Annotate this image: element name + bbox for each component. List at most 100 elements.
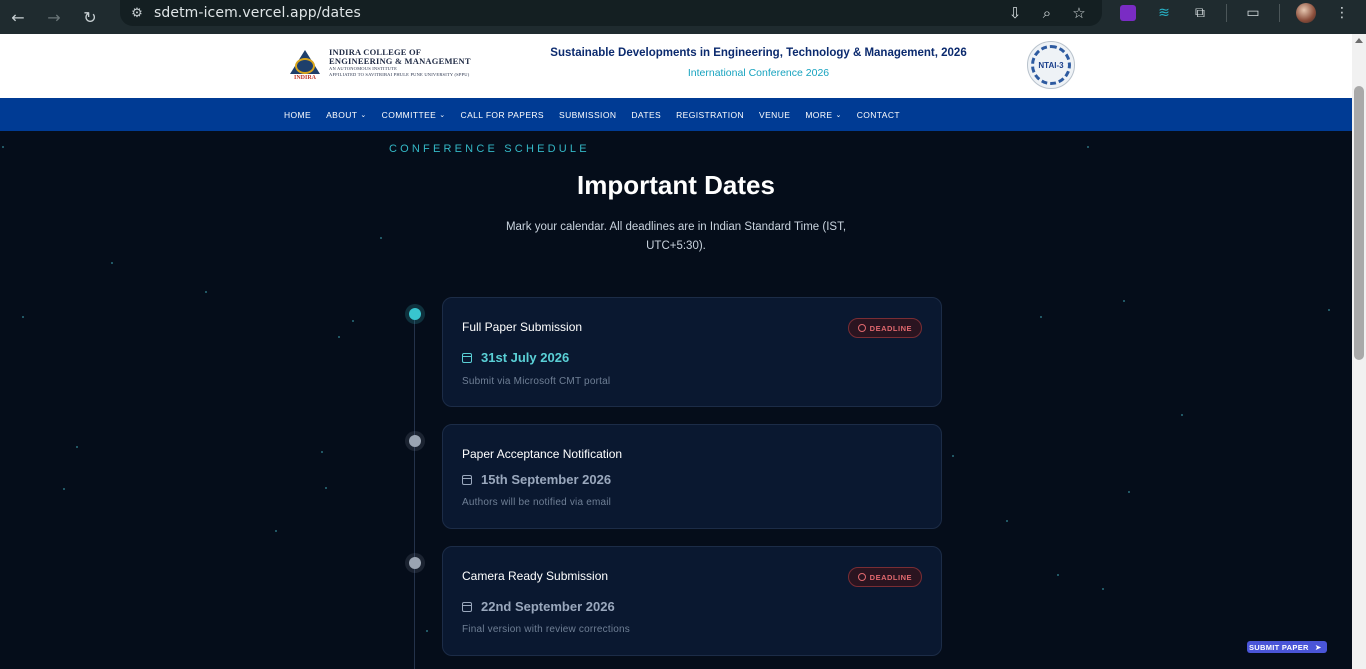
page-scrollbar[interactable] bbox=[1352, 34, 1366, 669]
nav-item-about[interactable]: ABOUT ⌄ bbox=[326, 110, 367, 120]
nav-item-label: COMMITTEE bbox=[381, 109, 437, 120]
timeline-line bbox=[414, 314, 415, 669]
browser-menu-icon[interactable]: ⋮ bbox=[1326, 0, 1358, 26]
nav-item-venue[interactable]: VENUE bbox=[759, 110, 790, 120]
site-header: INDIRA INDIRA COLLEGE OF ENGINEERING & M… bbox=[0, 34, 1352, 98]
emblem-caption: INDIRA bbox=[293, 75, 316, 81]
star-dot bbox=[1087, 146, 1089, 148]
nav-item-label: SUBMISSION bbox=[559, 109, 617, 120]
nav-item-registration[interactable]: REGISTRATION bbox=[676, 110, 744, 120]
nav-item-committee[interactable]: COMMITTEE ⌄ bbox=[382, 110, 446, 120]
nav-item-label: CONTACT bbox=[856, 109, 900, 120]
extension-wifi-icon[interactable]: ≋ bbox=[1148, 0, 1180, 26]
star-dot bbox=[352, 320, 354, 322]
timeline-card: Paper Acceptance Notification 15th Septe… bbox=[442, 424, 942, 529]
card-date-text: 15th September 2026 bbox=[481, 472, 612, 487]
reload-icon[interactable]: ↻ bbox=[72, 0, 108, 34]
submit-paper-button[interactable]: SUBMIT PAPER ➤ bbox=[1247, 641, 1327, 653]
send-icon: ➤ bbox=[1314, 642, 1322, 652]
card-note: Authors will be notified via email bbox=[462, 497, 612, 508]
star-dot bbox=[1006, 520, 1008, 522]
scroll-up-icon[interactable] bbox=[1355, 38, 1363, 43]
calendar-icon bbox=[462, 352, 472, 363]
ntai-logo-text: NTAI-3 bbox=[1038, 60, 1064, 70]
college-affiliation: AFFILIATED TO SAVITRIBAI PHULE PUNE UNIV… bbox=[329, 72, 470, 77]
browser-toolbar: ← → ↻ ⚙ sdetm-icem.vercel.app/dates ⇩ ⌕ … bbox=[0, 0, 1366, 34]
timeline-dot bbox=[409, 308, 421, 320]
star-dot bbox=[1102, 588, 1104, 590]
card-date-text: 22nd September 2026 bbox=[481, 599, 615, 614]
page-description: Mark your calendar. All deadlines are in… bbox=[505, 221, 847, 252]
nav-item-call-for-papers[interactable]: CALL FOR PAPERS bbox=[461, 110, 544, 120]
nav-item-label: REGISTRATION bbox=[676, 109, 745, 120]
conference-subtitle: International Conference 2026 bbox=[687, 67, 830, 79]
star-dot bbox=[1328, 309, 1330, 311]
zoom-icon[interactable]: ⌕ bbox=[1034, 4, 1060, 22]
nav-item-more[interactable]: MORE ⌄ bbox=[805, 110, 841, 120]
star-dot bbox=[325, 487, 327, 489]
card-date: 22nd September 2026 bbox=[462, 599, 615, 614]
star-dot bbox=[76, 446, 78, 448]
nav-item-label: HOME bbox=[284, 109, 312, 120]
toolbar-divider bbox=[1279, 4, 1280, 22]
nav-item-label: MORE bbox=[805, 109, 833, 120]
deadline-badge-label: DEADLINE bbox=[869, 572, 912, 582]
bookmark-star-icon[interactable]: ☆ bbox=[1066, 4, 1092, 22]
conference-title: Sustainable Developments in Engineering,… bbox=[550, 47, 967, 59]
star-dot bbox=[1123, 300, 1125, 302]
timeline-dot bbox=[409, 435, 421, 447]
card-date: 15th September 2026 bbox=[462, 472, 611, 487]
deadline-badge-label: DEADLINE bbox=[869, 323, 912, 333]
college-emblem-icon: INDIRA bbox=[287, 48, 323, 82]
nav-item-dates[interactable]: DATES bbox=[631, 110, 661, 120]
extension-purple-icon[interactable] bbox=[1112, 0, 1144, 26]
url-text[interactable]: sdetm-icem.vercel.app/dates bbox=[154, 5, 361, 21]
card-date-text: 31st July 2026 bbox=[481, 350, 570, 365]
tab-search-icon[interactable]: ▭ bbox=[1237, 0, 1269, 26]
forward-icon[interactable]: → bbox=[36, 0, 72, 34]
deadline-badge: DEADLINE bbox=[847, 318, 922, 338]
nav-item-contact[interactable]: CONTACT bbox=[857, 110, 900, 120]
calendar-icon bbox=[462, 601, 472, 612]
star-dot bbox=[275, 530, 277, 532]
star-dot bbox=[111, 262, 113, 264]
chevron-down-icon: ⌄ bbox=[439, 110, 446, 119]
site-settings-icon[interactable]: ⚙ bbox=[120, 6, 154, 21]
card-note: Final version with review corrections bbox=[462, 624, 631, 635]
nav-item-home[interactable]: HOME bbox=[284, 110, 311, 120]
card-title: Camera Ready Submission bbox=[462, 569, 609, 583]
nav-item-submission[interactable]: SUBMISSION bbox=[559, 110, 616, 120]
college-logo[interactable]: INDIRA INDIRA COLLEGE OF ENGINEERING & M… bbox=[287, 48, 471, 82]
star-dot bbox=[2, 146, 4, 148]
college-name-line2: ENGINEERING & MANAGEMENT bbox=[329, 56, 471, 66]
star-dot bbox=[1181, 414, 1183, 416]
profile-avatar[interactable] bbox=[1290, 0, 1322, 26]
star-dot bbox=[205, 291, 207, 293]
main-navigation: HOME ABOUT ⌄ COMMITTEE ⌄ CALL FOR PAPERS SUBMI… bbox=[0, 98, 1352, 131]
address-bar[interactable]: ⚙ sdetm-icem.vercel.app/dates ⇩ ⌕ ☆ bbox=[120, 0, 1102, 26]
nav-item-label: ABOUT bbox=[326, 109, 358, 120]
card-note: Submit via Microsoft CMT portal bbox=[462, 376, 611, 387]
back-icon[interactable]: ← bbox=[0, 0, 36, 34]
star-dot bbox=[1040, 316, 1042, 318]
clock-icon bbox=[857, 573, 866, 581]
star-dot bbox=[952, 455, 954, 457]
star-dot bbox=[321, 451, 323, 453]
nav-item-label: CALL FOR PAPERS bbox=[460, 109, 544, 120]
install-app-icon[interactable]: ⇩ bbox=[1002, 4, 1028, 22]
deadline-badge: DEADLINE bbox=[847, 567, 922, 587]
card-title: Full Paper Submission bbox=[462, 320, 583, 334]
timeline-card: Camera Ready Submission DEADLINE 22nd Se… bbox=[442, 546, 942, 656]
star-dot bbox=[426, 630, 428, 632]
clock-icon bbox=[857, 324, 866, 332]
ntai-logo: NTAI-3 bbox=[1027, 41, 1075, 89]
star-dot bbox=[63, 488, 65, 490]
card-date: 31st July 2026 bbox=[462, 350, 569, 365]
timeline-dot bbox=[409, 557, 421, 569]
extensions-puzzle-icon[interactable]: ⧉ bbox=[1184, 0, 1216, 26]
star-dot bbox=[1128, 491, 1130, 493]
scrollbar-thumb[interactable] bbox=[1354, 86, 1364, 360]
chevron-down-icon: ⌄ bbox=[835, 110, 842, 119]
nav-item-label: DATES bbox=[631, 109, 662, 120]
star-dot bbox=[338, 336, 340, 338]
